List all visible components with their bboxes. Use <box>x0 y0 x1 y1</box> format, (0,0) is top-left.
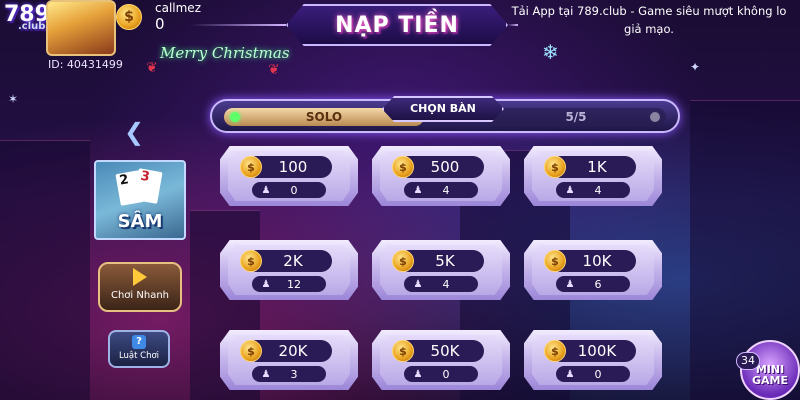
coin-icon: $ <box>392 250 414 272</box>
player-row: ♟ 4 <box>556 182 630 198</box>
person-icon: ♟ <box>565 278 575 290</box>
room-tile[interactable]: $2K ♟ 12 <box>220 240 358 300</box>
room-tile[interactable]: $10K ♟ 6 <box>524 240 662 300</box>
player-count: 0 <box>594 367 602 381</box>
bet-amount: 500 <box>430 158 460 176</box>
page-indicator[interactable]: 5/5 <box>486 108 666 126</box>
choose-table-button[interactable]: CHỌN BÀN <box>382 96 504 122</box>
active-indicator <box>230 112 240 122</box>
bet-row: $2K <box>240 250 332 272</box>
person-icon: ♟ <box>565 184 575 196</box>
holly-icon: ❦ <box>268 62 280 78</box>
room-tile[interactable]: $500 ♟ 4 <box>372 146 510 206</box>
person-icon: ♟ <box>565 368 575 380</box>
bet-row: $50K <box>392 340 484 362</box>
background-building <box>0 140 90 400</box>
person-icon: ♟ <box>261 368 271 380</box>
bet-amount: 20K <box>278 342 308 360</box>
coin-icon: $ <box>544 340 566 362</box>
person-icon: ♟ <box>413 278 423 290</box>
player-row: ♟ 6 <box>556 276 630 292</box>
username: callmez <box>155 1 201 15</box>
bet-amount: 1K <box>587 158 607 176</box>
player-count: 6 <box>594 277 602 291</box>
game-name: SÂM <box>117 211 163 232</box>
inactive-indicator <box>650 112 660 122</box>
coin-symbol: $ <box>124 9 134 25</box>
coin-icon: $ <box>240 250 262 272</box>
bet-amount: 2K <box>283 252 303 270</box>
bet-row: $5K <box>392 250 484 272</box>
coin-icon: $ <box>544 156 566 178</box>
player-row: ♟ 4 <box>404 182 478 198</box>
player-count: 4 <box>594 183 602 197</box>
bet-amount: 50K <box>430 342 460 360</box>
person-icon: ♟ <box>413 184 423 196</box>
play-icon <box>133 268 147 286</box>
player-id: ID: 40431499 <box>48 58 123 71</box>
rules-label: Luật Chơi <box>118 351 160 361</box>
question-icon: ? <box>132 335 146 349</box>
bet-row: $1K <box>544 156 636 178</box>
player-count: 4 <box>442 183 450 197</box>
player-count: 3 <box>290 367 298 381</box>
player-row: ♟ 0 <box>252 182 326 198</box>
coin-icon: $ <box>392 340 414 362</box>
bet-amount: 5K <box>435 252 455 270</box>
holly-icon: ❦ <box>146 60 158 76</box>
bet-amount: 10K <box>582 252 612 270</box>
coin-icon: $ <box>392 156 414 178</box>
player-row: ♟ 4 <box>404 276 478 292</box>
player-count: 4 <box>442 277 450 291</box>
game-card-sam: 2 3 SÂM <box>94 160 186 240</box>
room-tile[interactable]: $1K ♟ 4 <box>524 146 662 206</box>
bet-row: $500 <box>392 156 484 178</box>
person-icon: ♟ <box>261 184 271 196</box>
player-count: 12 <box>287 277 301 291</box>
bet-row: $100 <box>240 156 332 178</box>
chevron-left-icon: ❮ <box>124 118 145 146</box>
bet-row: $100K <box>544 340 636 362</box>
player-row: ♟ 12 <box>252 276 326 292</box>
bet-amount: 100 <box>278 158 308 176</box>
coin-icon: $ <box>240 340 262 362</box>
room-tile[interactable]: $5K ♟ 4 <box>372 240 510 300</box>
bet-amount: 100K <box>577 342 617 360</box>
christmas-greeting: Merry Christmas <box>160 44 290 62</box>
sparkle-icon: ✶ <box>8 92 19 106</box>
mini-game-badge: 34 <box>736 352 760 370</box>
bet-row: $10K <box>544 250 636 272</box>
room-tile[interactable]: $100K ♟ 0 <box>524 330 662 390</box>
back-button[interactable]: ❮ <box>124 118 144 146</box>
balance: 0 <box>155 15 165 33</box>
page-title: NẠP TIỀN <box>335 12 459 38</box>
rules-button[interactable]: ? Luật Chơi <box>108 330 170 368</box>
player-row: ♟ 0 <box>404 366 478 382</box>
room-tile[interactable]: $100 ♟ 0 <box>220 146 358 206</box>
snowflake-icon: ❄ <box>542 40 559 64</box>
mini-game-button[interactable]: MINI GAME <box>740 340 800 400</box>
bet-row: $20K <box>240 340 332 362</box>
player-row: ♟ 3 <box>252 366 326 382</box>
person-icon: ♟ <box>413 368 423 380</box>
avatar[interactable] <box>46 0 116 56</box>
quick-play-label: Chơi Nhanh <box>110 290 170 301</box>
mini-game-label-line2: GAME <box>751 374 788 387</box>
coin-icon: $ <box>240 156 262 178</box>
sparkle-icon: ✦ <box>690 60 701 74</box>
marquee-notice: Tải App tại 789.club - Game siêu mượt kh… <box>511 4 787 36</box>
player-count: 0 <box>442 367 450 381</box>
player-count: 0 <box>290 183 298 197</box>
quick-play-button[interactable]: Chơi Nhanh <box>98 262 182 312</box>
coin-icon: $ <box>116 4 142 30</box>
person-icon: ♟ <box>261 278 271 290</box>
room-tile[interactable]: $20K ♟ 3 <box>220 330 358 390</box>
deposit-banner-button[interactable]: NẠP TIỀN <box>286 4 508 46</box>
coin-icon: $ <box>544 250 566 272</box>
room-tile[interactable]: $50K ♟ 0 <box>372 330 510 390</box>
playing-card: 3 <box>133 168 163 204</box>
title-divider <box>190 24 286 26</box>
player-row: ♟ 0 <box>556 366 630 382</box>
